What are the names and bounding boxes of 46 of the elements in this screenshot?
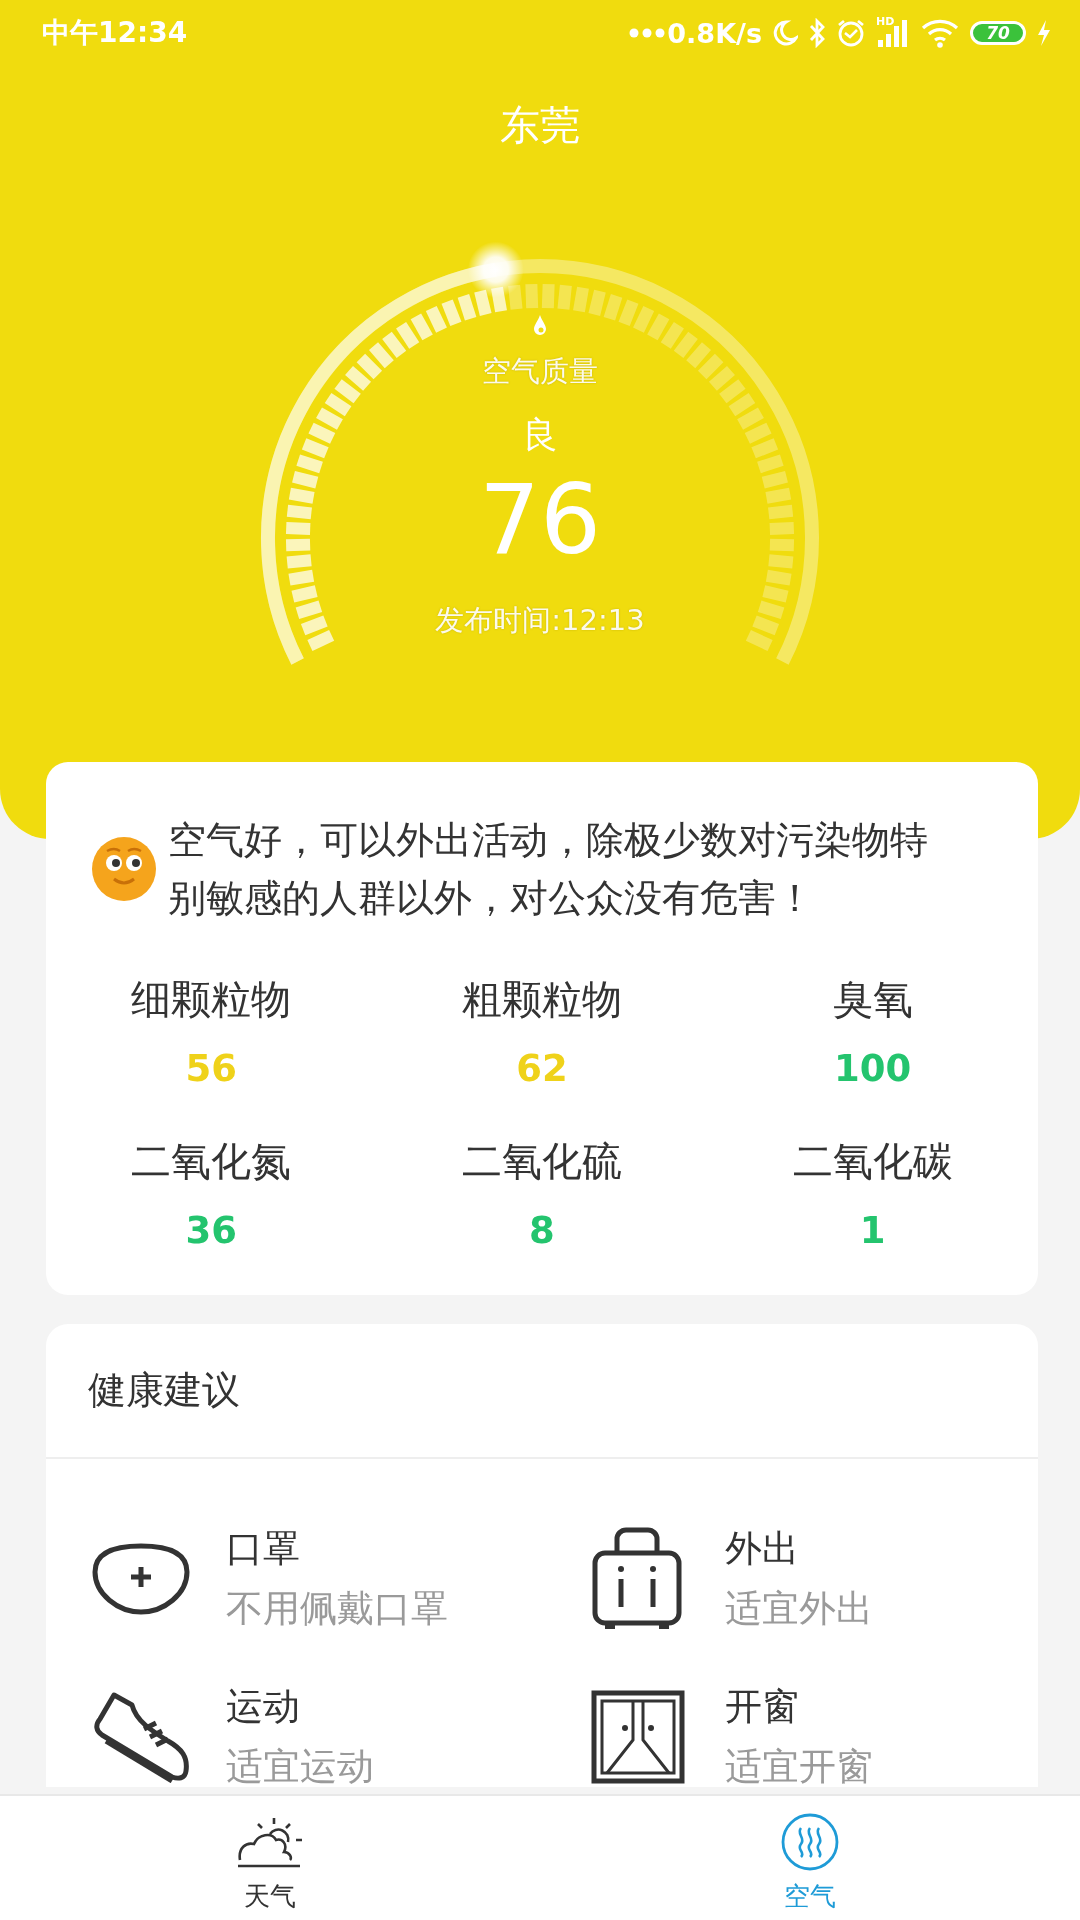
section-title: 健康建议 <box>88 1367 240 1414</box>
pollutant-value: 8 <box>529 1208 555 1254</box>
smiley-icon <box>92 837 156 901</box>
advice-title: 外出 <box>725 1529 800 1569</box>
pollutant-name: 二氧化氮 <box>131 1137 292 1186</box>
battery-indicator: 70 <box>970 21 1026 45</box>
drop-icon <box>533 314 547 336</box>
city-name: 东莞 <box>499 101 581 150</box>
charging-icon <box>1036 19 1052 47</box>
dots-icon <box>629 28 666 38</box>
signal-icon <box>876 18 910 48</box>
pollutant-name: 细颗粒物 <box>131 975 292 1024</box>
pollutant-name: 粗颗粒物 <box>462 975 622 1024</box>
pollutant-value: 1 <box>859 1208 886 1254</box>
advice-title: 口罩 <box>226 1529 301 1569</box>
pollutant-value: 56 <box>185 1046 238 1092</box>
pollutant-name: 二氧化碳 <box>792 1137 953 1186</box>
suitcase-icon <box>591 1527 683 1631</box>
advice-text: 适宜外出 <box>725 1589 873 1629</box>
publish-time: 发布时间:12:13 <box>435 602 645 638</box>
advice-text: 适宜运动 <box>226 1747 374 1787</box>
advice-title: 运动 <box>226 1687 301 1727</box>
air-quality-message: 空气好，可以外出活动，除极少数对污染物特别敏感的人群以外，对公众没有危害！ <box>168 817 929 922</box>
pollutant-value: 62 <box>516 1046 568 1092</box>
wifi-icon <box>920 18 960 48</box>
advice-text: 不用佩戴口罩 <box>226 1589 448 1629</box>
gauge-label: 空气质量 <box>482 353 598 389</box>
advice-text: 适宜开窗 <box>725 1747 873 1787</box>
moon-icon <box>772 19 798 47</box>
window-icon <box>591 1690 685 1784</box>
pollutant-value: 100 <box>834 1046 912 1092</box>
pollutant-name: 臭氧 <box>832 975 913 1024</box>
aqi-value: 76 <box>478 470 602 570</box>
network-speed: 0.8K/s <box>667 17 762 49</box>
status-time: 中午12:34 <box>42 15 188 51</box>
alarm-icon <box>836 18 866 48</box>
mask-icon <box>92 1542 190 1616</box>
bluetooth-icon <box>808 18 826 48</box>
air-quality-grade: 良 <box>522 413 558 457</box>
air-icon <box>780 1812 840 1872</box>
pollutant-value: 36 <box>185 1208 238 1254</box>
network-type: HD <box>876 15 895 28</box>
sneaker-icon <box>92 1691 190 1783</box>
pollutant-name: 二氧化硫 <box>462 1137 622 1186</box>
advice-title: 开窗 <box>725 1687 800 1727</box>
nav-tab[interactable]: 天气 <box>0 1796 540 1920</box>
